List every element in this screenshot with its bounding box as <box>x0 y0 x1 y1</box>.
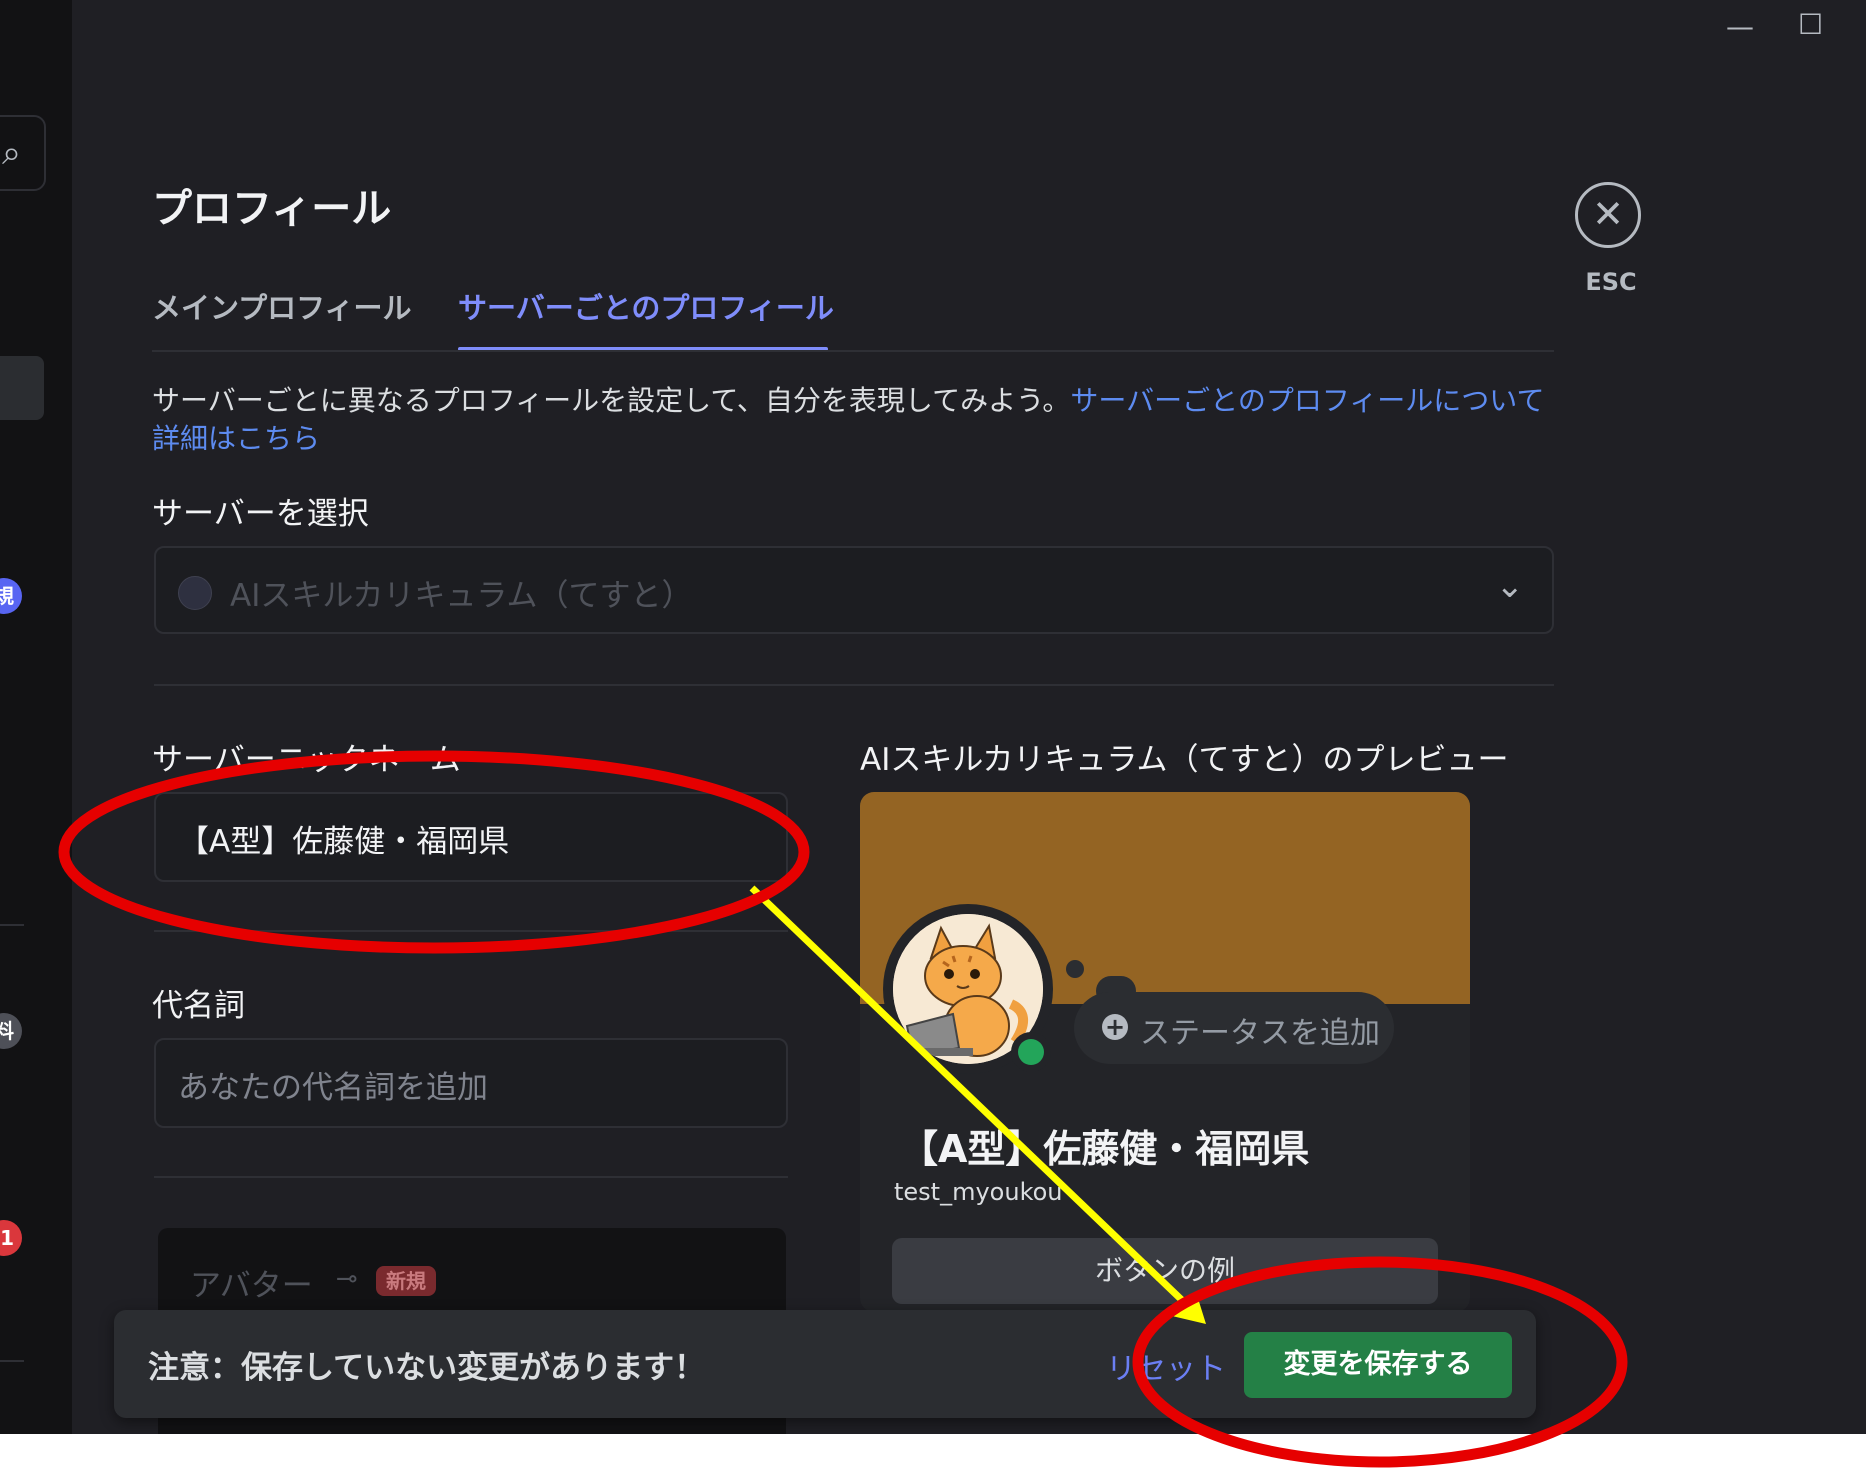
minimize-icon[interactable]: — <box>1726 10 1754 43</box>
thought-bubble-small <box>1066 960 1084 978</box>
tab-server-profile[interactable]: サーバーごとのプロフィール <box>458 285 834 327</box>
profile-preview-card: + ステータスを追加 【A型】佐藤健・福岡県 test_myoukou ボタンの… <box>860 792 1470 1312</box>
example-button[interactable]: ボタンの例 <box>892 1238 1438 1304</box>
section-divider <box>154 930 788 932</box>
server-select-value: AIスキルカリキュラム（てすと） <box>230 578 693 614</box>
nitro-icon: ⊸ <box>336 1264 358 1294</box>
nickname-input[interactable]: 【A型】佐藤健・福岡県 <box>154 792 788 882</box>
save-changes-button[interactable]: 変更を保存する <box>1244 1332 1512 1398</box>
search-icon: ⌕ <box>2 133 22 173</box>
preview-display-name: 【A型】佐藤健・福岡県 <box>900 1127 1310 1171</box>
app-window: ⌕ 規 料 1 — ☐ プロフィール ✕ ESC メインプロフィール サーバーご… <box>0 0 1866 1434</box>
nickname-value: 【A型】佐藤健・福岡県 <box>178 824 510 860</box>
maximize-icon[interactable]: ☐ <box>1798 8 1823 41</box>
pronouns-placeholder: あなたの代名詞を追加 <box>178 1070 488 1106</box>
sidebar-search[interactable]: ⌕ <box>0 115 46 191</box>
esc-label: ESC <box>1585 268 1637 296</box>
chevron-down-icon: ⌄ <box>1495 566 1525 606</box>
sidebar-badge-new[interactable]: 規 <box>0 578 22 614</box>
close-icon: ✕ <box>1592 192 1624 236</box>
description-text: サーバーごとに異なるプロフィールを設定して、自分を表現してみよう。 <box>152 384 1071 417</box>
server-select[interactable]: AIスキルカリキュラム（てすと） ⌄ <box>154 546 1554 634</box>
add-status-button[interactable]: + ステータスを追加 <box>1074 992 1394 1064</box>
sidebar-divider <box>0 1360 24 1362</box>
server-select-label: サーバーを選択 <box>152 496 369 532</box>
preview-title: AIスキルカリキュラム（てすと）のプレビュー <box>860 742 1509 778</box>
sidebar-selected-item[interactable] <box>0 356 44 420</box>
pronouns-input[interactable]: あなたの代名詞を追加 <box>154 1038 788 1128</box>
left-sidebar: ⌕ 規 料 1 <box>0 0 72 1434</box>
pronouns-label: 代名詞 <box>152 988 245 1024</box>
section-divider <box>154 1176 788 1178</box>
unsaved-changes-bar: 注意：保存していない変更があります！ リセット 変更を保存する <box>114 1310 1536 1418</box>
tab-main-profile[interactable]: メインプロフィール <box>152 285 412 327</box>
new-badge: 新規 <box>376 1266 436 1296</box>
reset-button[interactable]: リセット <box>1106 1344 1226 1388</box>
sidebar-divider <box>0 924 24 926</box>
server-icon <box>178 576 212 610</box>
avatar-label: アバター <box>190 1268 313 1304</box>
nickname-label: サーバーニックネーム <box>152 742 461 778</box>
description: サーバーごとに異なるプロフィールを設定して、自分を表現してみよう。サーバーごとの… <box>152 382 1552 458</box>
tabs-divider <box>152 350 1554 352</box>
sidebar-badge-count[interactable]: 1 <box>0 1220 22 1256</box>
preview-username: test_myoukou <box>894 1178 1063 1206</box>
sidebar-badge-materials[interactable]: 料 <box>0 1013 22 1049</box>
page-title: プロフィール <box>152 186 392 232</box>
unsaved-warning-text: 注意：保存していない変更があります！ <box>148 1350 706 1386</box>
add-status-label: ステータスを追加 <box>1140 1016 1380 1051</box>
plus-icon: + <box>1102 1014 1128 1040</box>
online-status-indicator <box>1011 1032 1051 1072</box>
close-button[interactable]: ✕ <box>1575 182 1641 248</box>
section-divider <box>154 684 1554 686</box>
